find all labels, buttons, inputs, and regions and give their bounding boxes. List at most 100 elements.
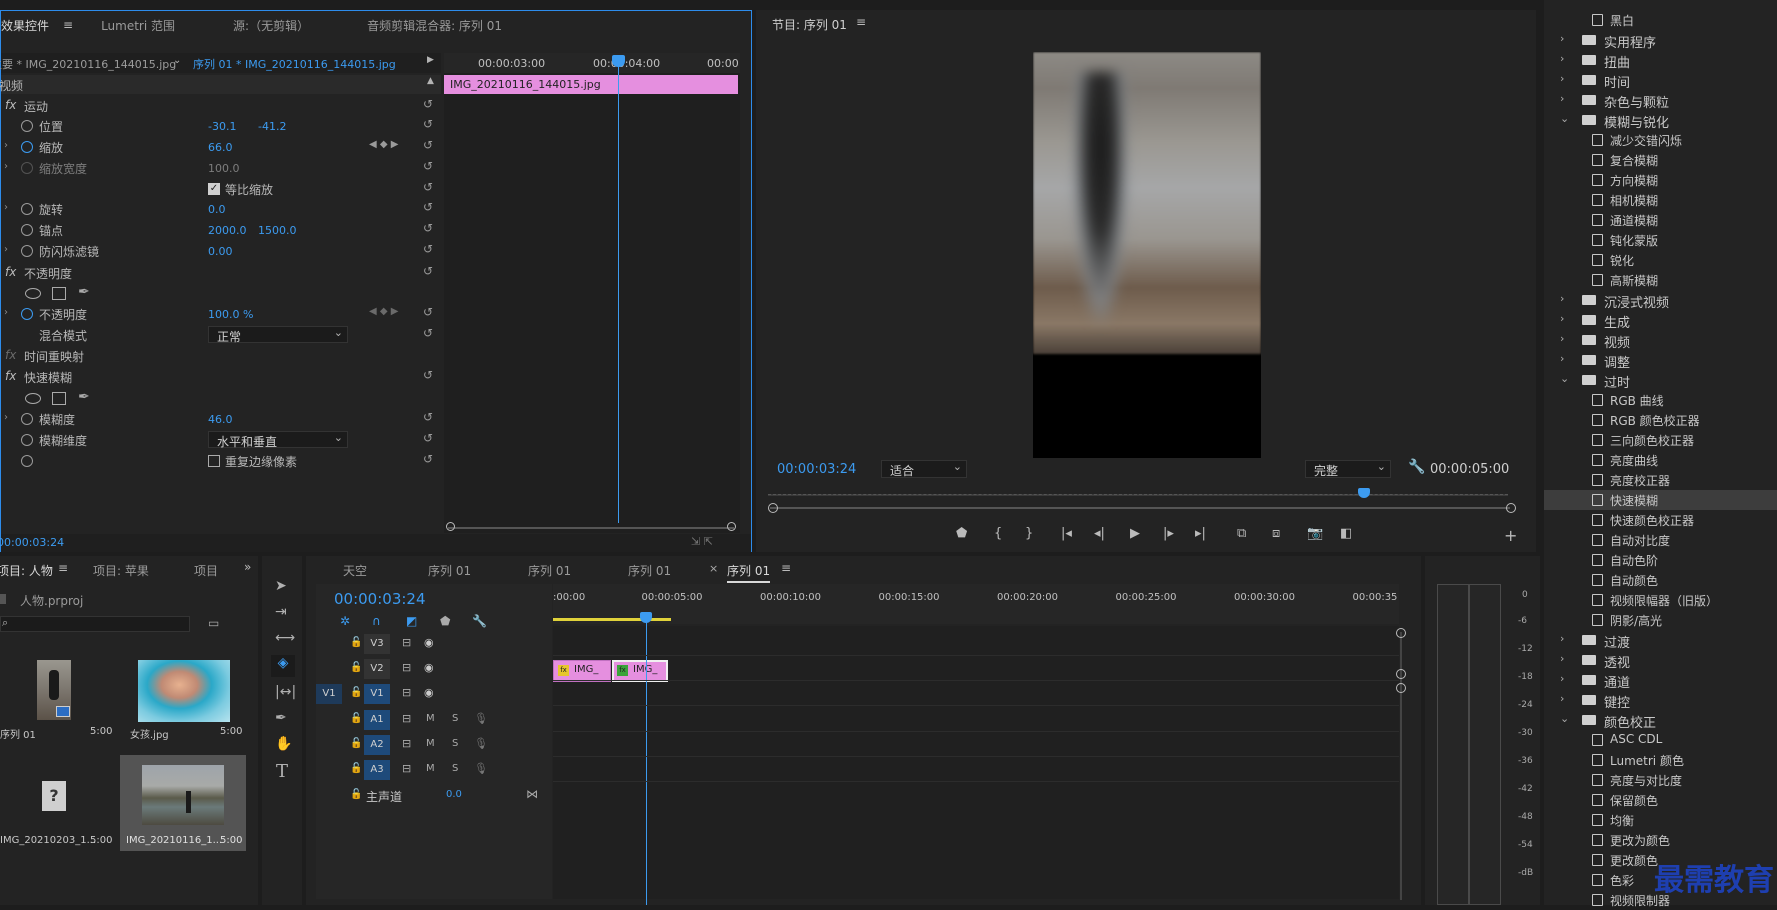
mute-icon[interactable]: M [426, 738, 435, 749]
chevron-down-icon[interactable]: ⌄ [173, 55, 181, 66]
eye-icon[interactable]: ◉ [424, 686, 434, 699]
anchor-x-value[interactable]: 2000.0 [208, 224, 247, 237]
sync-lock-icon[interactable]: ⊟ [402, 636, 411, 649]
scroll-handle[interactable] [1396, 669, 1406, 679]
reset-icon[interactable]: ↺ [423, 139, 435, 151]
effect-timeline-scrollbar[interactable] [448, 527, 734, 529]
effect-item[interactable]: 均衡 [1544, 810, 1777, 830]
chevron-right-icon[interactable]: › [1560, 92, 1564, 105]
effect-item[interactable]: 通道模糊 [1544, 210, 1777, 230]
effect-folder[interactable]: › 过渡 [1544, 630, 1777, 651]
blend-mode-select[interactable]: 正常 ⌄ [208, 326, 348, 344]
slip-tool-icon[interactable]: |↔| [275, 684, 296, 700]
effect-playhead[interactable] [618, 61, 619, 523]
program-title[interactable]: 节目: 序列 01 [772, 16, 847, 33]
lock-icon[interactable]: 🔓 [350, 662, 362, 673]
track-header-v3[interactable]: 🔓 V3 ⊟ ◉ [316, 632, 1399, 656]
effect-item[interactable]: 高斯模糊 [1544, 270, 1777, 290]
effect-item[interactable]: 自动对比度 [1544, 530, 1777, 550]
step-back-icon[interactable]: ◂| [1094, 526, 1105, 541]
play-icon[interactable]: ▶ [1130, 526, 1140, 541]
effect-folder[interactable]: › 杂色与颗粒 [1544, 90, 1777, 111]
chevron-right-icon[interactable]: › [1560, 52, 1564, 65]
tab-lumetri-scopes[interactable]: Lumetri 范围 [87, 17, 189, 34]
reset-icon[interactable]: ↺ [423, 453, 435, 465]
fx-icon[interactable]: fx [5, 98, 16, 112]
reset-icon[interactable]: ↺ [423, 243, 435, 255]
type-tool-icon[interactable]: T [276, 761, 288, 782]
effect-playhead-handle[interactable] [612, 55, 625, 67]
camera-icon[interactable]: 📷 [1307, 526, 1323, 541]
reset-icon[interactable]: ↺ [423, 98, 435, 110]
effect-item[interactable]: 视频限幅器（旧版） [1544, 590, 1777, 610]
v1-clip-1[interactable]: fx IMG_ [553, 660, 611, 682]
panel-menu-icon[interactable]: ≡ [781, 561, 791, 575]
effect-item[interactable]: 方向模糊 [1544, 170, 1777, 190]
effect-timecode[interactable]: 00:00:03:24 [0, 536, 64, 549]
expand-icon[interactable]: › [4, 161, 8, 172]
chevron-right-icon[interactable]: › [1560, 332, 1564, 345]
link-icon[interactable]: ∩ [372, 614, 381, 628]
comparison-view-icon[interactable]: ◧ [1340, 526, 1352, 541]
quality-dropdown[interactable]: 完整 ⌄ [1305, 460, 1391, 478]
effect-folder[interactable]: › 通道 [1544, 670, 1777, 691]
effect-item[interactable]: 更改为颜色 [1544, 830, 1777, 850]
effect-folder[interactable]: › 实用程序 [1544, 30, 1777, 51]
position-x-value[interactable]: -30.1 [208, 120, 236, 133]
effect-item[interactable]: 保留颜色 [1544, 790, 1777, 810]
effect-folder[interactable]: › 调整 [1544, 350, 1777, 371]
selection-tool-icon[interactable]: ➤ [275, 578, 287, 594]
reset-icon[interactable]: ↺ [423, 306, 435, 318]
solo-icon[interactable]: S [452, 713, 458, 724]
lock-icon[interactable]: 🔓 [350, 713, 362, 724]
keyframe-nav-icon[interactable]: ◀ ◆ ▶ [369, 306, 398, 317]
eye-icon[interactable]: ◉ [424, 661, 434, 674]
wrench-icon[interactable]: 🔧 [1408, 459, 1425, 475]
effect-item[interactable]: 三向颜色校正器 [1544, 430, 1777, 450]
effect-item[interactable]: 亮度与对比度 [1544, 770, 1777, 790]
go-to-in-icon[interactable]: |◂ [1061, 526, 1072, 541]
pen-tool-icon[interactable]: ✒ [275, 710, 287, 726]
reset-icon[interactable]: ↺ [423, 201, 435, 213]
sync-lock-icon[interactable]: ⊟ [402, 712, 411, 725]
mute-icon[interactable]: M [426, 763, 435, 774]
scroll-handle[interactable] [1396, 683, 1406, 693]
position-y-value[interactable]: -41.2 [258, 120, 286, 133]
pen-mask-icon[interactable]: ✒ [78, 284, 90, 300]
effect-item[interactable]: 相机模糊 [1544, 190, 1777, 210]
tab-sequence-active[interactable]: 序列 01 [727, 562, 771, 583]
expand-icon[interactable]: › [4, 244, 8, 255]
scroll-handle-right[interactable] [1506, 503, 1516, 513]
stopwatch-active-icon[interactable] [21, 141, 33, 153]
project-item-sequence[interactable]: 序列 01 5:00 [0, 656, 114, 741]
rectangle-mask-icon[interactable] [52, 287, 66, 300]
effect-folder[interactable]: ⌄ 过时 [1544, 370, 1777, 391]
razor-tool-icon[interactable]: ◈ [271, 655, 295, 677]
effect-folder[interactable]: › 沉浸式视频 [1544, 290, 1777, 311]
linked-selection-icon[interactable]: ◩ [406, 614, 417, 628]
effect-item[interactable]: RGB 颜色校正器 [1544, 410, 1777, 430]
expand-icon[interactable]: › [4, 140, 8, 151]
stopwatch-icon[interactable] [21, 203, 33, 215]
mark-out-icon[interactable]: } [1025, 526, 1033, 541]
effect-folder[interactable]: › 时间 [1544, 70, 1777, 91]
effect-item[interactable]: 钝化蒙版 [1544, 230, 1777, 250]
tab-effect-controls[interactable]: 效果控件 [0, 17, 63, 34]
tab-source[interactable]: 源:（无剪辑） [219, 17, 323, 34]
track-header-a1[interactable]: 🔓 A1 ⊟ M S 🎙 [316, 708, 1399, 732]
stopwatch-icon[interactable] [21, 120, 33, 132]
tab-project-apple[interactable]: 项目: 苹果 [93, 562, 149, 579]
effect-item[interactable]: RGB 曲线 [1544, 390, 1777, 410]
effect-folder[interactable]: › 生成 [1544, 310, 1777, 331]
lock-icon[interactable]: 🔓 [350, 687, 362, 698]
new-bin-icon[interactable]: ▭ [208, 616, 219, 630]
chevron-right-icon[interactable]: › [1560, 312, 1564, 325]
scroll-handle-left[interactable] [768, 503, 778, 513]
sequence-clip-label[interactable]: 序列 01 * IMG_20210116_144015.jpg [193, 56, 396, 72]
timeline-timecode[interactable]: 00:00:03:24 [334, 590, 426, 608]
scroll-handle-left[interactable] [446, 522, 455, 531]
effect-folder[interactable]: › 透视 [1544, 650, 1777, 671]
tab-sky[interactable]: 天空 [343, 562, 367, 579]
timeline-playhead[interactable] [646, 618, 647, 905]
effect-folder[interactable]: › 视频 [1544, 330, 1777, 351]
